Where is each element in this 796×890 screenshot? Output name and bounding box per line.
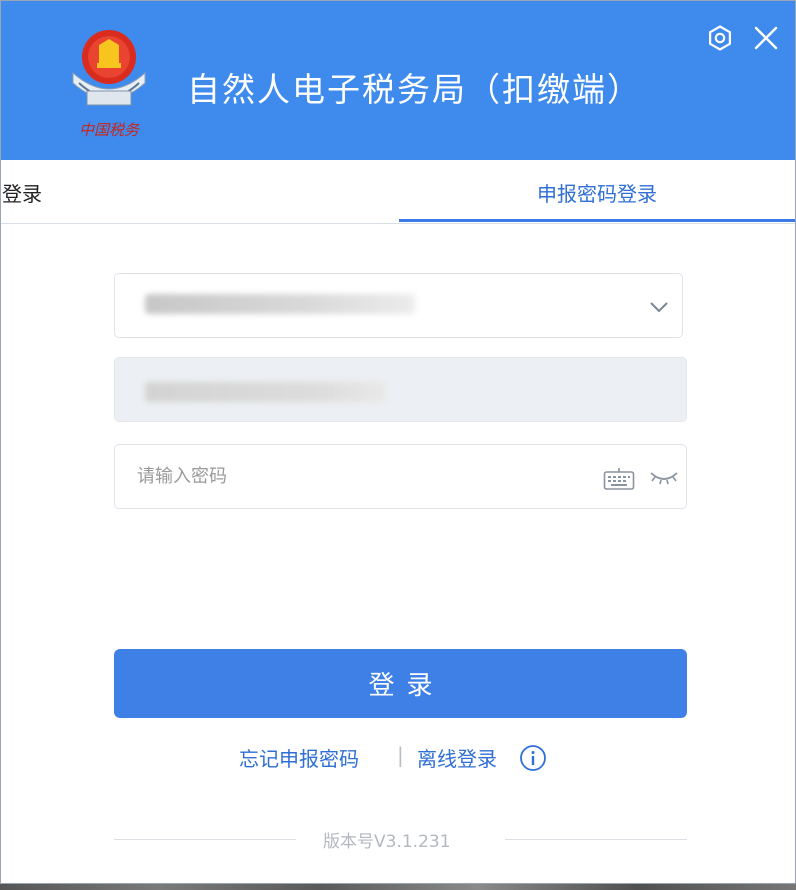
footer-divider-left [114, 839, 296, 840]
account-value-redacted [145, 294, 415, 314]
id-number-redacted [145, 382, 385, 402]
tax-emblem-logo: 中国税务 [72, 30, 146, 139]
active-tab-indicator [399, 219, 795, 222]
gear-icon [709, 25, 731, 51]
version-label: 版本号V3.1.231 [323, 832, 451, 852]
tab-password-login[interactable]: 申报密码登录 [399, 160, 795, 224]
eye-closed-icon[interactable] [649, 467, 679, 487]
login-links: 忘记申报密码 | 离线登录 [1, 741, 795, 775]
title-bar: 中国税务 自然人电子税务局（扣缴端） [1, 1, 795, 160]
footer-divider-right [505, 839, 687, 840]
forget-password-link[interactable]: 忘记申报密码 [239, 743, 359, 772]
tab-realname-label: 实名登录 [1, 182, 42, 206]
login-window: 中国税务 自然人电子税务局（扣缴端） 实名登录 申报密码登录 [0, 0, 796, 884]
id-number-field [114, 357, 687, 422]
desktop-background-strip [0, 884, 796, 890]
app-title: 自然人电子税务局（扣缴端） [187, 70, 642, 109]
tab-password-label: 申报密码登录 [537, 182, 657, 206]
settings-button[interactable] [705, 23, 735, 53]
close-button[interactable] [751, 23, 781, 53]
tab-realname-login[interactable]: 实名登录 [1, 160, 399, 224]
chevron-down-icon[interactable] [646, 294, 672, 320]
svg-text:中国税务: 中国税务 [79, 121, 141, 139]
offline-login-link[interactable]: 离线登录 [417, 743, 497, 772]
password-field[interactable] [114, 444, 687, 509]
close-icon [754, 26, 778, 50]
account-select[interactable] [114, 273, 683, 338]
info-icon[interactable] [519, 744, 547, 772]
login-tabs: 实名登录 申报密码登录 [1, 160, 795, 224]
keyboard-icon[interactable] [603, 467, 635, 491]
login-button[interactable]: 登录 [114, 649, 687, 718]
password-input[interactable] [115, 445, 585, 508]
link-separator: | [397, 743, 404, 767]
